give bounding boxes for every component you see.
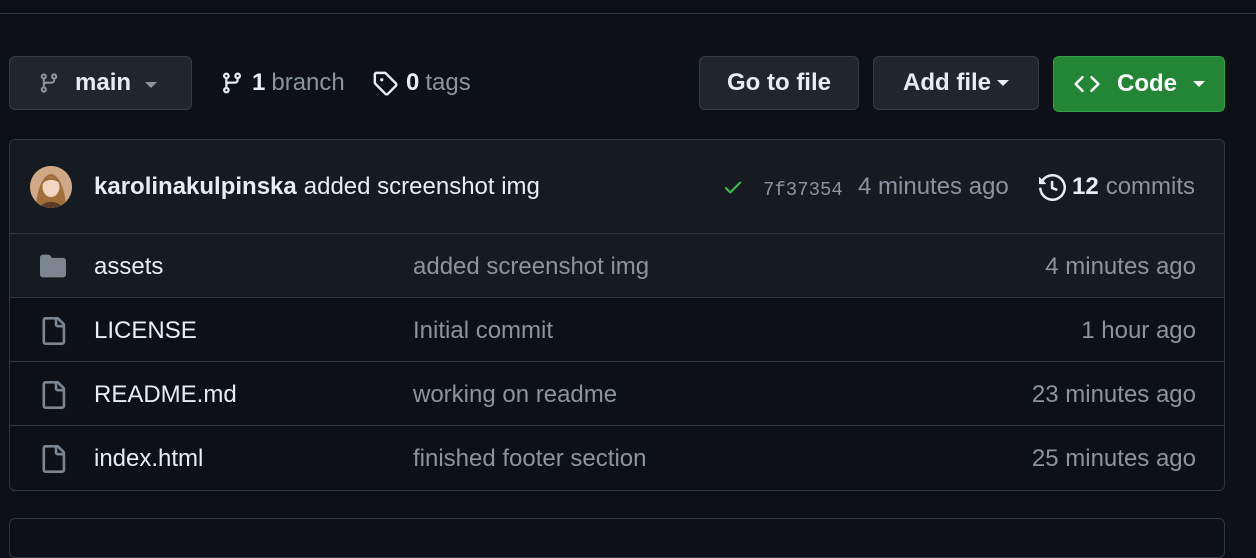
tags-label: tags [425, 69, 471, 96]
file-icon [42, 445, 66, 473]
file-row[interactable]: index.html finished footer section 25 mi… [10, 425, 1224, 489]
file-name-link[interactable]: assets [94, 253, 163, 281]
check-icon[interactable] [722, 176, 744, 198]
commit-sha-link[interactable]: 7f37354 [763, 179, 843, 201]
commit-time: 4 minutes ago [858, 173, 1009, 200]
folder-icon [40, 254, 66, 278]
code-icon [1074, 75, 1100, 93]
file-commit-time: 25 minutes ago [1031, 445, 1196, 472]
file-name-link[interactable]: index.html [94, 445, 203, 473]
file-commit-time: 23 minutes ago [1031, 381, 1196, 408]
chevron-down-icon [1193, 81, 1205, 87]
git-branch-icon [40, 73, 58, 93]
commits-history-link[interactable]: 12 commits [1039, 173, 1195, 201]
code-button[interactable]: Code [1053, 56, 1225, 112]
commits-count: 12 [1072, 173, 1099, 200]
file-commit-time: 1 hour ago [1081, 317, 1196, 344]
file-commit-message[interactable]: added screenshot img [413, 253, 649, 281]
chevron-down-icon [145, 82, 158, 88]
branches-count: 1 [252, 69, 266, 96]
commits-label: commits [1105, 173, 1196, 200]
branch-select-button[interactable]: main [9, 56, 192, 110]
file-commit-time: 4 minutes ago [1045, 253, 1196, 280]
add-file-button[interactable]: Add file [873, 56, 1039, 110]
file-icon [42, 381, 66, 409]
go-to-file-button[interactable]: Go to file [699, 56, 859, 110]
file-commit-message[interactable]: finished footer section [413, 445, 646, 473]
file-commit-message[interactable]: Initial commit [413, 317, 553, 345]
file-list: assets added screenshot img 4 minutes ag… [10, 234, 1224, 489]
file-row[interactable]: LICENSE Initial commit 1 hour ago [10, 297, 1224, 361]
go-to-file-label: Go to file [727, 69, 831, 96]
tag-icon [373, 71, 398, 96]
file-row[interactable]: README.md working on readme 23 minutes a… [10, 361, 1224, 425]
tags-count: 0 [406, 69, 420, 96]
branches-label: branch [271, 69, 345, 96]
branch-name: main [75, 69, 132, 96]
file-row[interactable]: assets added screenshot img 4 minutes ag… [10, 234, 1224, 297]
history-icon [1039, 173, 1066, 201]
file-commit-message[interactable]: working on readme [413, 381, 617, 409]
file-name-link[interactable]: LICENSE [94, 317, 197, 345]
commit-message-link[interactable]: added screenshot img [304, 173, 540, 200]
avatar[interactable] [30, 166, 72, 208]
git-branch-icon [222, 72, 241, 94]
latest-commit-bar: karolinakulpinska added screenshot img 7f… [10, 140, 1224, 234]
latest-commit-message: karolinakulpinska added screenshot img [94, 173, 540, 201]
file-browser: karolinakulpinska added screenshot img 7f… [9, 139, 1225, 491]
file-name-link[interactable]: README.md [94, 381, 237, 409]
readme-box [9, 518, 1225, 558]
branches-link[interactable]: 1 branch [220, 56, 345, 110]
add-file-label: Add file [903, 69, 991, 96]
repo-toolbar: main 1 branch 0 tags Go to file Add file… [0, 0, 1256, 130]
file-icon [42, 317, 66, 345]
code-label: Code [1117, 70, 1177, 97]
tags-link[interactable]: 0 tags [372, 56, 471, 110]
commit-author-link[interactable]: karolinakulpinska [94, 173, 297, 200]
chevron-down-icon [997, 80, 1009, 86]
